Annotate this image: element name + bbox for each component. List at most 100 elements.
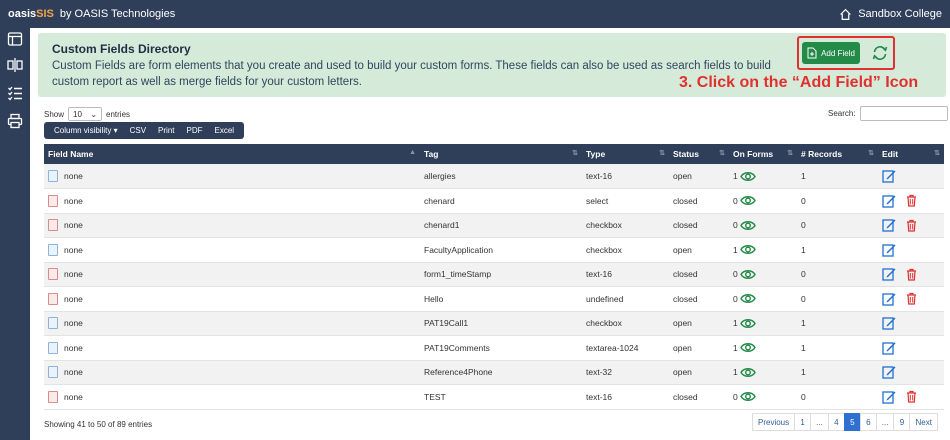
excel-button[interactable]: Excel: [209, 126, 241, 135]
search-label: Search:: [828, 109, 856, 118]
cell-records: 1: [797, 237, 878, 263]
field-name-text: none: [64, 244, 83, 255]
edit-icon[interactable]: [882, 243, 896, 257]
eye-icon[interactable]: [739, 195, 756, 206]
edit-icon[interactable]: [882, 267, 896, 281]
eye-icon[interactable]: [739, 367, 756, 378]
trash-icon[interactable]: [906, 268, 917, 281]
edit-icon[interactable]: [882, 194, 896, 208]
table-row: none PAT19Call1 checkbox open 1 1: [44, 311, 944, 336]
eye-icon[interactable]: [739, 171, 756, 182]
refresh-icon[interactable]: [871, 44, 889, 62]
institution-switcher[interactable]: Sandbox College: [839, 0, 942, 28]
cell-edit: [878, 311, 944, 336]
pagination: Previous 1... 4 5 6... 9 Next: [752, 413, 938, 431]
cell-status: open: [669, 164, 729, 189]
trash-icon[interactable]: [906, 194, 917, 207]
cell-on-forms: 0: [729, 262, 797, 287]
eye-icon[interactable]: [739, 342, 756, 353]
edit-icon[interactable]: [882, 218, 896, 232]
cell-edit: [878, 360, 944, 385]
edit-icon[interactable]: [882, 341, 896, 355]
sort-icon: ⇅: [659, 150, 665, 157]
csv-button[interactable]: CSV: [124, 126, 152, 135]
column-visibility-button[interactable]: Column visibility ▾: [48, 126, 124, 135]
cell-status: closed: [669, 262, 729, 287]
edit-icon[interactable]: [882, 365, 896, 379]
cell-status: closed: [669, 213, 729, 238]
trash-icon[interactable]: [906, 390, 917, 403]
field-name-text: none: [64, 342, 83, 353]
table-row: none chenard select closed 0 0: [44, 188, 944, 214]
previous-page-button[interactable]: Previous: [752, 413, 796, 431]
cell-on-forms: 0: [729, 188, 797, 214]
page-4[interactable]: 4: [827, 413, 845, 431]
document-icon: [48, 317, 58, 330]
col-header-records[interactable]: # Records ⇅: [797, 144, 878, 164]
document-icon: [48, 366, 58, 379]
col-header-status[interactable]: Status ⇅: [669, 144, 729, 164]
on-forms-count: 1: [733, 244, 738, 255]
cell-records: 1: [797, 335, 878, 361]
pdf-button[interactable]: PDF: [181, 126, 209, 135]
cell-edit: [878, 213, 944, 238]
cell-edit: [878, 335, 944, 361]
cell-field-name: none: [44, 360, 420, 385]
col-header-on-forms[interactable]: On Forms ⇅: [729, 144, 797, 164]
on-forms-count: 0: [733, 391, 738, 402]
document-icon: [48, 268, 58, 281]
next-page-button[interactable]: Next: [909, 413, 938, 431]
trash-icon[interactable]: [906, 219, 917, 232]
edit-icon[interactable]: [882, 390, 896, 404]
cell-field-name: none: [44, 311, 420, 336]
cell-records: 1: [797, 311, 878, 336]
cell-type: checkbox: [582, 213, 669, 238]
show-label: Show: [44, 109, 65, 119]
cell-edit: [878, 164, 944, 189]
edit-icon[interactable]: [882, 316, 896, 330]
trash-icon[interactable]: [906, 292, 917, 305]
add-field-button[interactable]: Add Field: [802, 42, 860, 64]
cell-on-forms: 1: [729, 164, 797, 189]
eye-icon[interactable]: [739, 293, 756, 304]
app-logo[interactable]: oasisSIS: [8, 8, 54, 20]
edit-icon[interactable]: [882, 169, 896, 183]
split-form-icon[interactable]: [7, 57, 23, 73]
search-input[interactable]: [859, 106, 948, 121]
col-header-field-name[interactable]: Field Name ▲: [44, 144, 420, 164]
sort-icon: ⇅: [787, 150, 793, 157]
eye-icon[interactable]: [739, 220, 756, 231]
home-icon: [840, 8, 852, 20]
page-1[interactable]: 1: [794, 413, 812, 431]
eye-icon[interactable]: [739, 269, 756, 280]
entries-select[interactable]: 10 ⌄: [68, 107, 103, 121]
on-forms-count: 0: [733, 220, 738, 231]
table-row: none form1_timeStamp text-16 closed 0 0: [44, 262, 944, 287]
document-icon: [48, 292, 58, 305]
checklist-icon[interactable]: [7, 85, 23, 101]
add-file-icon: [807, 47, 817, 59]
cell-status: closed: [669, 188, 729, 214]
cell-type: text-16: [582, 384, 669, 410]
eye-icon[interactable]: [739, 318, 756, 329]
col-header-type[interactable]: Type ⇅: [582, 144, 669, 164]
eye-icon[interactable]: [739, 391, 756, 402]
layout-icon[interactable]: [7, 31, 23, 47]
field-name-text: none: [64, 171, 83, 181]
print-button[interactable]: Print: [152, 126, 180, 135]
on-forms-count: 0: [733, 293, 738, 304]
col-header-tag[interactable]: Tag ⇅: [420, 144, 582, 164]
cell-records: 1: [797, 360, 878, 385]
page-9[interactable]: 9: [893, 413, 911, 431]
page-5[interactable]: 5: [843, 413, 861, 431]
eye-icon[interactable]: [739, 244, 756, 255]
cell-status: open: [669, 335, 729, 361]
col-header-edit[interactable]: Edit ⇅: [878, 144, 944, 164]
edit-icon[interactable]: [882, 292, 896, 306]
cell-on-forms: 1: [729, 311, 797, 336]
page-6[interactable]: 6: [859, 413, 877, 431]
table-header-row: Field Name ▲ Tag ⇅ Type ⇅ Status ⇅ On Forms ⇅…: [44, 144, 944, 164]
on-forms-count: 1: [733, 318, 738, 329]
print-icon[interactable]: [7, 113, 23, 129]
cell-status: closed: [669, 384, 729, 410]
